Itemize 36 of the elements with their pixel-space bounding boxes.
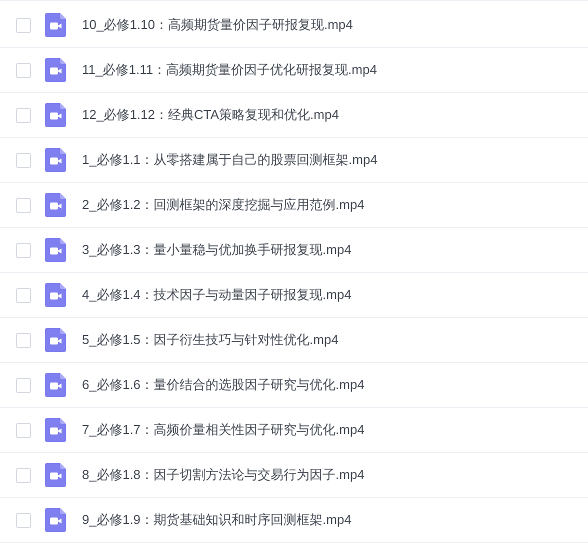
file-name[interactable]: 10_必修1.10：高频期货量价因子研报复现.mp4 <box>82 15 353 35</box>
file-name[interactable]: 2_必修1.2：回测框架的深度挖掘与应用范例.mp4 <box>82 195 364 215</box>
checkbox[interactable] <box>16 288 31 302</box>
checkbox[interactable] <box>16 468 31 482</box>
file-name[interactable]: 4_必修1.4：技术因子与动量因子研报复现.mp4 <box>82 285 352 305</box>
checkbox[interactable] <box>16 198 31 212</box>
video-file-icon <box>45 508 66 532</box>
video-file-icon <box>45 463 66 487</box>
video-file-icon <box>45 328 66 352</box>
file-name[interactable]: 9_必修1.9：期货基础知识和时序回测框架.mp4 <box>82 510 352 530</box>
checkbox[interactable] <box>16 512 31 528</box>
file-name[interactable]: 3_必修1.3：量小量稳与优加换手研报复现.mp4 <box>82 240 352 260</box>
video-file-icon <box>45 373 66 397</box>
checkbox[interactable] <box>16 62 31 78</box>
video-file-icon <box>45 193 66 217</box>
video-file-icon <box>45 238 66 262</box>
video-file-icon <box>45 13 66 37</box>
file-name[interactable]: 7_必修1.7：高频价量相关性因子研究与优化.mp4 <box>82 420 364 440</box>
video-file-icon <box>45 283 66 307</box>
file-name[interactable]: 8_必修1.8：因子切割方法论与交易行为因子.mp4 <box>82 465 364 485</box>
file-name[interactable]: 12_必修1.12：经典CTA策略复现和优化.mp4 <box>82 105 339 125</box>
checkbox[interactable] <box>16 332 31 348</box>
checkbox[interactable] <box>16 422 31 438</box>
video-file-icon <box>45 103 66 127</box>
file-name[interactable]: 5_必修1.5：因子衍生技巧与针对性优化.mp4 <box>82 330 338 350</box>
checkbox[interactable] <box>16 18 31 32</box>
checkbox[interactable] <box>16 378 31 392</box>
file-name[interactable]: 11_必修1.11：高频期货量价因子优化研报复现.mp4 <box>82 60 377 80</box>
checkbox[interactable] <box>16 108 31 122</box>
checkbox[interactable] <box>16 152 31 168</box>
file-name[interactable]: 1_必修1.1：从零搭建属于自己的股票回测框架.mp4 <box>82 150 378 170</box>
video-file-icon <box>45 58 66 82</box>
video-file-icon <box>45 418 66 442</box>
video-file-icon <box>45 148 66 172</box>
file-name[interactable]: 6_必修1.6：量价结合的选股因子研究与优化.mp4 <box>82 375 364 395</box>
checkbox[interactable] <box>16 242 31 258</box>
